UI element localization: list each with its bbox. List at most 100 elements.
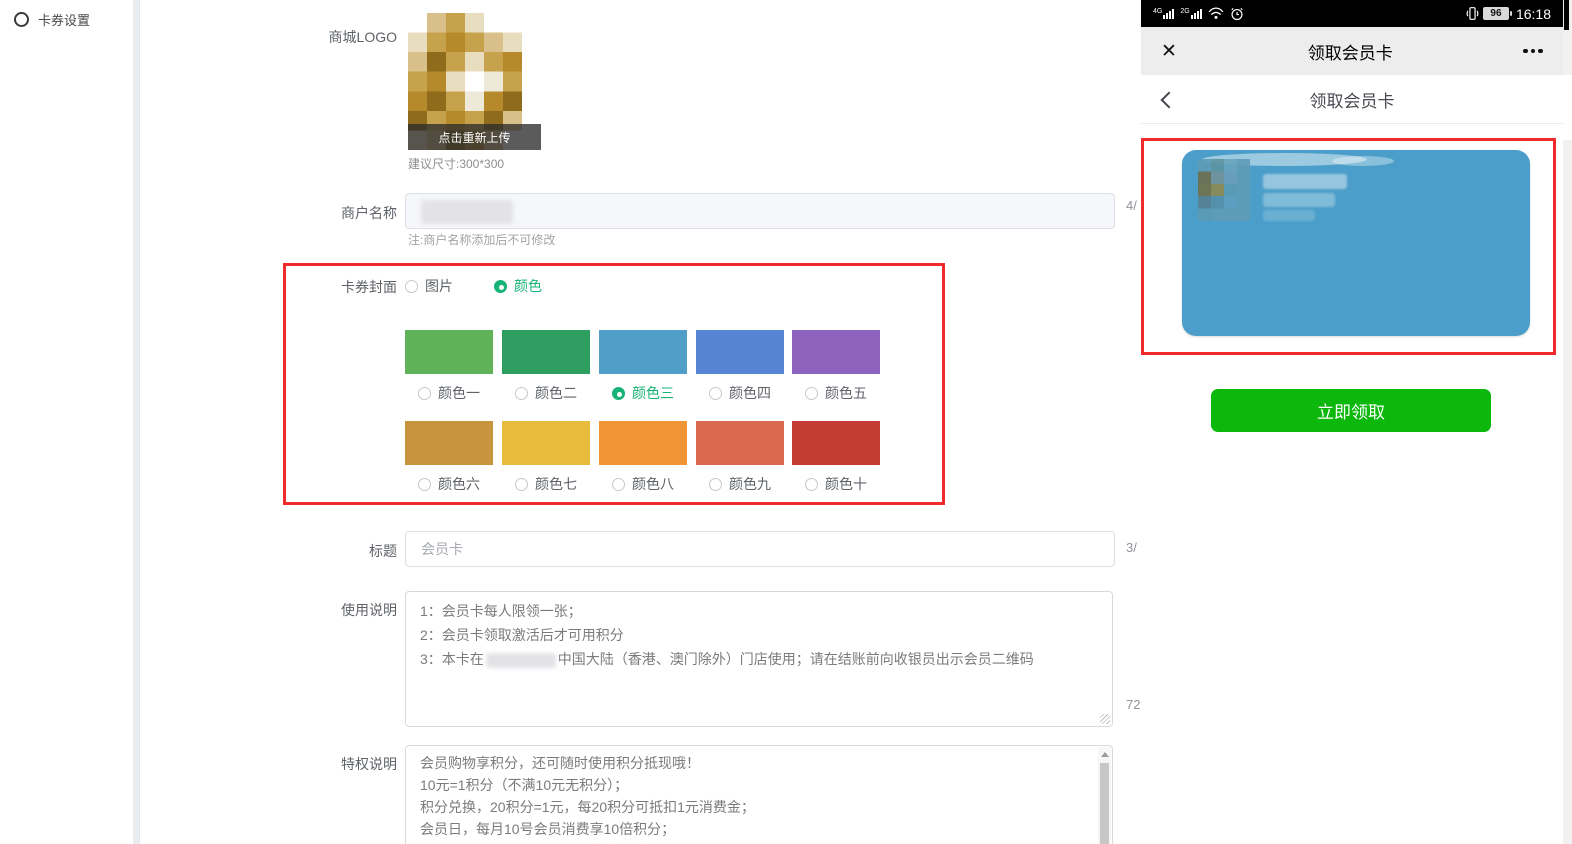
- color-radio-9[interactable]: 颜色九: [696, 474, 784, 494]
- color-radio-6[interactable]: 颜色六: [405, 474, 493, 494]
- phone-preview: 4G 2G 96 16:18 ✕ 领取会员卡: [1141, 0, 1563, 844]
- usage-textarea[interactable]: 1：会员卡每人限领一张； 2：会员卡领取激活后才可用积分 3：本卡在中国大陆（香…: [405, 591, 1113, 727]
- more-menu-icon[interactable]: [1523, 49, 1543, 54]
- privilege-line: 10元=1积分（不满10元无积分）；: [406, 774, 1112, 796]
- privilege-line: 生日礼，会员生日月首单消费享20倍积分；: [406, 840, 1112, 844]
- color-swatch-2[interactable]: [502, 330, 590, 374]
- color-swatch-7[interactable]: [502, 421, 590, 465]
- title-value: 会员卡: [421, 541, 463, 557]
- color-option-2: 颜色二: [502, 330, 590, 403]
- color-swatch-3[interactable]: [599, 330, 687, 374]
- status-time: 16:18: [1516, 6, 1551, 22]
- radio-icon: [805, 387, 818, 400]
- wifi-icon: [1208, 7, 1224, 20]
- color-option-10: 颜色十: [792, 421, 880, 494]
- sidebar: 卡券设置: [0, 0, 133, 844]
- privilege-line: 会员日，每月10号会员消费享10倍积分；: [406, 818, 1112, 840]
- merchant-name-input[interactable]: [405, 193, 1115, 229]
- resize-handle-icon[interactable]: [1100, 714, 1110, 724]
- claim-button-label: 立即领取: [1317, 398, 1385, 423]
- color-swatch-9[interactable]: [696, 421, 784, 465]
- reupload-button[interactable]: 点击重新上传: [408, 124, 541, 150]
- usage-label: 使用说明: [140, 600, 397, 620]
- color-radio-10[interactable]: 颜色十: [792, 474, 880, 494]
- merchant-name-label: 商户名称: [140, 203, 397, 223]
- sidebar-item-card-settings[interactable]: 卡券设置: [14, 10, 90, 29]
- color-radio-2[interactable]: 颜色二: [502, 383, 590, 403]
- card-text-blurred: [1263, 210, 1315, 221]
- color-radio-7[interactable]: 颜色七: [502, 474, 590, 494]
- color-radio-4[interactable]: 颜色四: [696, 383, 784, 403]
- radio-icon: [805, 478, 818, 491]
- color-option-6: 颜色六: [405, 421, 493, 494]
- radio-icon: [515, 387, 528, 400]
- card-text-blurred: [1263, 174, 1347, 189]
- color-swatch-4[interactable]: [696, 330, 784, 374]
- radio-checked-icon: [494, 280, 507, 293]
- radio-icon: [612, 478, 625, 491]
- color-radio-8[interactable]: 颜色八: [599, 474, 687, 494]
- battery-icon: 96: [1483, 7, 1509, 20]
- radio-checked-icon: [612, 387, 625, 400]
- card-sheen: [1332, 156, 1394, 166]
- claim-now-button[interactable]: 立即领取: [1211, 389, 1491, 432]
- color-swatch-6[interactable]: [405, 421, 493, 465]
- color-radio-5[interactable]: 颜色五: [792, 383, 880, 403]
- logo-upload[interactable]: 点击重新上传: [408, 13, 541, 150]
- color-radio-1[interactable]: 颜色一: [405, 383, 493, 403]
- privilege-line: 积分兑换，20积分=1元，每20积分可抵扣1元消费金；: [406, 796, 1112, 818]
- signal-4g-icon: 4G: [1153, 8, 1174, 19]
- color-swatch-5[interactable]: [792, 330, 880, 374]
- color-swatch-1[interactable]: [405, 330, 493, 374]
- close-icon[interactable]: ✕: [1161, 42, 1177, 61]
- back-chevron-icon[interactable]: [1161, 92, 1178, 109]
- merchant-name-note: 注:商户名称添加后不可修改: [408, 231, 555, 248]
- alarm-clock-icon: [1230, 7, 1244, 21]
- scrollbar-thumb[interactable]: [1100, 763, 1109, 844]
- membership-card-preview[interactable]: [1182, 150, 1530, 336]
- color-radio-3-selected[interactable]: 颜色三: [599, 383, 687, 403]
- cover-option-color[interactable]: 颜色: [494, 276, 542, 296]
- privilege-textarea[interactable]: 会员购物享积分，还可随时使用积分抵现哦！ 10元=1积分（不满10元无积分）； …: [405, 745, 1113, 844]
- color-option-8: 颜色八: [599, 421, 687, 494]
- cover-option-image[interactable]: 图片: [405, 276, 453, 296]
- radio-icon: [709, 387, 722, 400]
- color-option-4: 颜色四: [696, 330, 784, 403]
- wechat-nav-title: 领取会员卡: [1308, 39, 1393, 64]
- edge-partial-panel: [1563, 0, 1572, 844]
- edge-statusbar-sliver: [1564, 0, 1569, 30]
- color-option-7: 颜色七: [502, 421, 590, 494]
- textarea-scrollbar[interactable]: [1098, 747, 1111, 844]
- circle-icon: [14, 12, 29, 27]
- card-text-blurred: [1263, 193, 1335, 207]
- sidebar-item-label: 卡券设置: [38, 10, 90, 29]
- card-settings-form: 商城LOGO 点击重新上传 建议尺寸:300*300 商户名称 4/ 注:商户名…: [140, 0, 1141, 844]
- usage-line-1: 1：会员卡每人限领一张；: [406, 599, 1112, 623]
- color-swatch-8[interactable]: [599, 421, 687, 465]
- redacted-merchant-name: [421, 200, 513, 224]
- usage-line-3: 3：本卡在中国大陆（香港、澳门除外）门店使用；请在结账前向收银员出示会员二维码: [406, 647, 1112, 671]
- reupload-label: 点击重新上传: [438, 129, 510, 146]
- sidebar-divider: [133, 0, 140, 844]
- color-option-9: 颜色九: [696, 421, 784, 494]
- merchant-char-counter: 4/: [1126, 198, 1141, 213]
- wechat-navbar: ✕ 领取会员卡: [1141, 27, 1563, 75]
- radio-icon: [418, 478, 431, 491]
- radio-icon: [418, 387, 431, 400]
- privilege-label: 特权说明: [140, 754, 397, 774]
- vibrate-icon: [1465, 6, 1480, 21]
- radio-icon: [405, 280, 418, 293]
- title-input[interactable]: 会员卡: [405, 531, 1115, 567]
- color-option-5: 颜色五: [792, 330, 880, 403]
- signal-2g-icon: 2G: [1180, 8, 1201, 19]
- page-header: 领取会员卡: [1141, 75, 1563, 124]
- privilege-line: 会员购物享积分，还可随时使用积分抵现哦！: [406, 752, 1112, 774]
- title-char-counter: 3/: [1126, 540, 1141, 555]
- logo-size-hint: 建议尺寸:300*300: [408, 155, 504, 172]
- color-option-1: 颜色一: [405, 330, 493, 403]
- usage-line-2: 2：会员卡领取激活后才可用积分: [406, 623, 1112, 647]
- phone-status-bar: 4G 2G 96 16:18: [1141, 0, 1563, 27]
- page-title: 领取会员卡: [1310, 87, 1395, 112]
- color-swatch-10[interactable]: [792, 421, 880, 465]
- scroll-up-arrow-icon[interactable]: [1098, 747, 1111, 761]
